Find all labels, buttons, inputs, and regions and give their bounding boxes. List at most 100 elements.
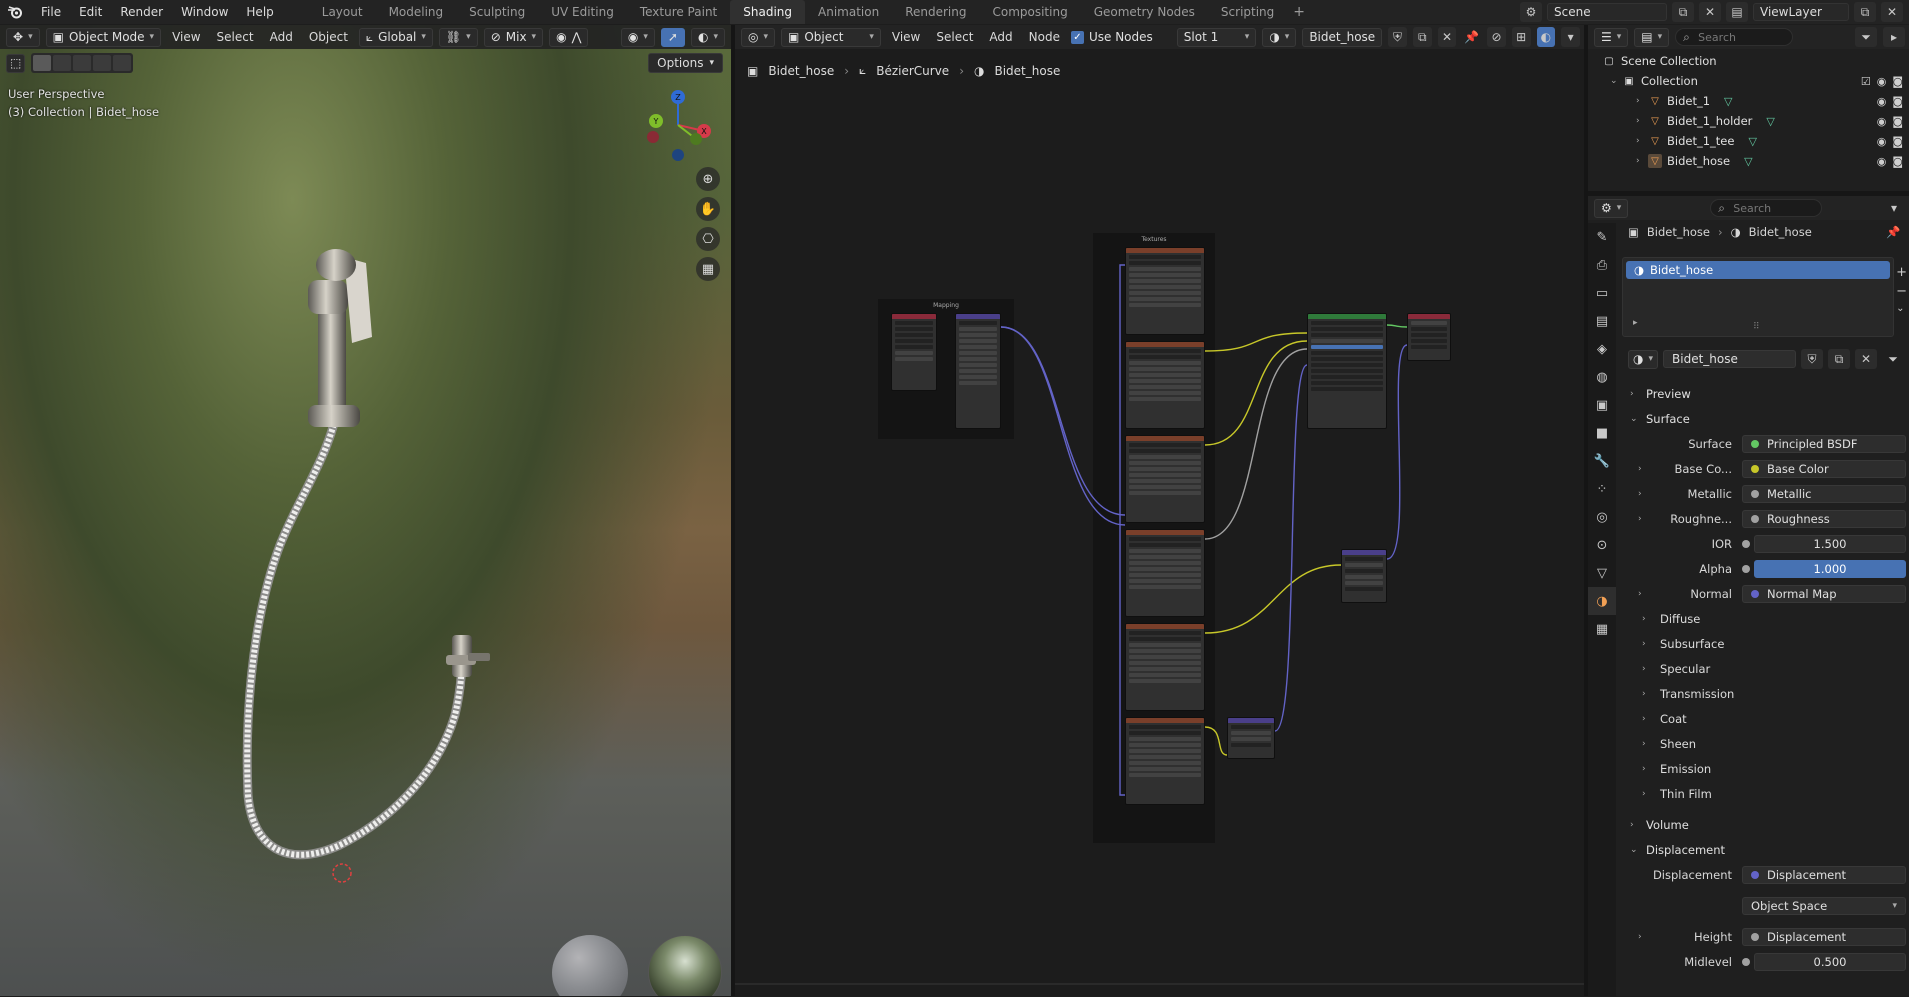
displacement-input-field[interactable]: Displacement — [1742, 865, 1906, 884]
outliner-item[interactable]: › ▽ Bidet_1_holder ▽ ◉ ◙ — [1588, 111, 1909, 131]
render-tab-icon[interactable]: ⎙ — [1588, 251, 1616, 279]
slot-dropdown[interactable]: Slot 1 ▾ — [1176, 27, 1257, 47]
ambient-occlusion-texture-node[interactable] — [1125, 247, 1205, 335]
use-nodes-checkbox[interactable]: ✓ Use Nodes — [1070, 30, 1153, 44]
outliner-item[interactable]: › ▽ Bidet_hose ▽ ◉ ◙ — [1588, 151, 1909, 171]
scene-field[interactable]: Scene — [1547, 3, 1667, 21]
constraints-tab-icon[interactable]: ⊙ — [1588, 531, 1616, 559]
midlevel-field[interactable]: 0.500 — [1754, 952, 1906, 971]
roughness-field[interactable]: Roughness — [1742, 509, 1906, 528]
3d-viewport[interactable]: ✥ ▾ ▣ Object Mode ▾ View Select Add Object … — [0, 25, 731, 996]
checkbox-icon[interactable]: ☑ — [1861, 75, 1871, 88]
eye-icon[interactable]: ◉ — [1877, 95, 1887, 108]
object-tab-icon[interactable]: ■ — [1588, 419, 1616, 447]
menu-file[interactable]: File — [32, 0, 70, 24]
expand-chevron-icon[interactable]: › — [1636, 116, 1648, 126]
add-slot-icon[interactable]: + — [1896, 265, 1907, 280]
subpanel-subsurface[interactable]: › Subsurface — [1626, 631, 1906, 656]
shader-type-dropdown[interactable]: ▣ Object ▾ — [781, 27, 881, 47]
outliner-type-dropdown[interactable]: ☰ ▾ — [1594, 27, 1629, 47]
displacement-node[interactable] — [1341, 549, 1387, 603]
node-editor-scrollbar[interactable] — [735, 983, 1586, 985]
node-grid-snap-icon[interactable]: ⊞ — [1511, 27, 1531, 47]
expand-chevron-icon[interactable]: › — [1638, 514, 1646, 524]
particles-tab-icon[interactable]: ⁘ — [1588, 475, 1616, 503]
properties-options-icon[interactable]: ▾ — [1883, 198, 1905, 218]
alpha-slider[interactable]: 1.000 — [1754, 559, 1906, 578]
new-view-layer-icon[interactable]: ⧉ — [1854, 2, 1876, 22]
menu-window[interactable]: Window — [172, 0, 237, 24]
height-field[interactable]: Displacement — [1742, 927, 1906, 946]
camera-icon[interactable]: ◙ — [1892, 155, 1903, 168]
node-menu-view[interactable]: View — [887, 30, 925, 44]
fake-user-shield-icon[interactable]: ⛨ — [1388, 27, 1407, 47]
subpanel-thin-film[interactable]: › Thin Film — [1626, 781, 1906, 806]
base-color-field[interactable]: Base Color — [1742, 459, 1906, 478]
remove-slot-icon[interactable]: − — [1896, 284, 1907, 299]
scene-collection-row[interactable]: ▢ Scene Collection — [1588, 51, 1909, 71]
modifier-tab-icon[interactable]: 🔧 — [1588, 447, 1616, 475]
surface-panel-header[interactable]: ⌄ Surface — [1626, 406, 1906, 431]
resize-handle-icon[interactable]: ⠿ — [1753, 322, 1760, 332]
material-name-field[interactable]: Bidet_hose — [1302, 27, 1383, 47]
node-menu-select[interactable]: Select — [931, 30, 978, 44]
expand-chevron-icon[interactable]: › — [1636, 96, 1648, 106]
tab-compositing[interactable]: Compositing — [979, 0, 1080, 24]
menu-render[interactable]: Render — [111, 0, 172, 24]
roughness-texture-node[interactable] — [1125, 529, 1205, 617]
view-layer-field[interactable]: ViewLayer — [1753, 3, 1849, 21]
outliner-search-input[interactable]: Search — [1675, 28, 1794, 46]
tab-sculpting[interactable]: Sculpting — [456, 0, 538, 24]
normal-field[interactable]: Normal Map — [1742, 584, 1906, 603]
properties-search-input[interactable]: Search — [1710, 199, 1823, 217]
new-collection-icon[interactable]: ▸ — [1883, 27, 1905, 47]
volume-panel-header[interactable]: › Volume — [1626, 812, 1906, 837]
subpanel-transmission[interactable]: › Transmission — [1626, 681, 1906, 706]
expand-chevron-icon[interactable]: › — [1638, 589, 1646, 599]
material-browse-dropdown[interactable]: ◑ ▾ — [1628, 349, 1659, 369]
displacement-texture-node[interactable] — [1125, 623, 1205, 711]
eye-icon[interactable]: ◉ — [1877, 155, 1887, 168]
node-menu-node[interactable]: Node — [1024, 30, 1065, 44]
properties-type-dropdown[interactable]: ⚙ ▾ — [1594, 198, 1629, 218]
camera-icon[interactable]: ◙ — [1892, 135, 1903, 148]
menu-edit[interactable]: Edit — [70, 0, 111, 24]
collapse-chevron-icon[interactable]: ⌄ — [1610, 76, 1622, 86]
camera-icon[interactable]: ◙ — [1892, 75, 1903, 88]
duplicate-material-icon[interactable]: ⧉ — [1828, 349, 1850, 369]
collection-row[interactable]: ⌄ ▣ Collection ☑ ◉ ◙ — [1588, 71, 1909, 91]
tab-geometry-nodes[interactable]: Geometry Nodes — [1081, 0, 1208, 24]
breadcrumb-object[interactable]: Bidet_hose — [768, 64, 834, 78]
view-layer-icon[interactable]: ▤ — [1726, 2, 1748, 22]
displacement-space-dropdown[interactable]: Object Space ▾ — [1742, 896, 1906, 915]
duplicate-material-icon[interactable]: ⧉ — [1412, 27, 1432, 47]
menu-help[interactable]: Help — [237, 0, 282, 24]
subpanel-coat[interactable]: › Coat — [1626, 706, 1906, 731]
delete-view-layer-icon[interactable]: ✕ — [1881, 2, 1903, 22]
scene-icon[interactable]: ⚙ — [1520, 2, 1542, 22]
expand-chevron-icon[interactable]: › — [1638, 489, 1646, 499]
collection-tab-icon[interactable]: ▣ — [1588, 391, 1616, 419]
outliner-item[interactable]: › ▽ Bidet_1_tee ▽ ◉ ◙ — [1588, 131, 1909, 151]
material-name-field[interactable]: Bidet_hose — [1663, 350, 1796, 368]
material-slot-item[interactable]: ◑ Bidet_hose — [1626, 261, 1890, 279]
blender-logo-icon[interactable] — [4, 0, 26, 24]
normal-texture-node[interactable] — [1125, 717, 1205, 805]
subpanel-specular[interactable]: › Specular — [1626, 656, 1906, 681]
node-menu-add[interactable]: Add — [984, 30, 1017, 44]
material-output-node[interactable] — [1407, 313, 1451, 361]
output-tab-icon[interactable]: ▭ — [1588, 279, 1616, 307]
scene-tab-icon[interactable]: ◈ — [1588, 335, 1616, 363]
tab-shading[interactable]: Shading — [730, 0, 805, 24]
node-editor-type-dropdown[interactable]: ◎ ▾ — [741, 27, 776, 47]
unlink-material-icon[interactable]: ✕ — [1437, 27, 1457, 47]
world-tab-icon[interactable]: ◍ — [1588, 363, 1616, 391]
eye-icon[interactable]: ◉ — [1877, 135, 1887, 148]
node-overlay-dropdown-icon[interactable]: ▾ — [1561, 27, 1580, 47]
preview-panel-header[interactable]: › Preview — [1626, 381, 1906, 406]
material-slot-list[interactable]: ◑ Bidet_hose ▸ ⠿ — [1622, 257, 1894, 337]
expand-arrow-icon[interactable]: ▸ — [1633, 318, 1638, 328]
new-scene-icon[interactable]: ⧉ — [1672, 2, 1694, 22]
breadcrumb-material[interactable]: Bidet_hose — [994, 64, 1060, 78]
pin-icon[interactable]: 📌 — [1462, 27, 1481, 47]
